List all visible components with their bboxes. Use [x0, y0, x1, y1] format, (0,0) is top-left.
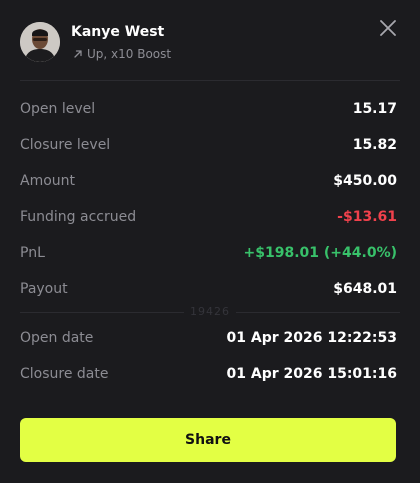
detail-label: Closure level: [20, 137, 111, 153]
detail-value: 15.17: [352, 101, 397, 117]
detail-value: +$198.01 (+44.0%): [243, 245, 397, 261]
detail-row-open-date: Open date 01 Apr 2026 12:22:53: [20, 328, 397, 348]
detail-row-open-level: Open level 15.17: [20, 99, 397, 119]
detail-value: $450.00: [333, 173, 397, 189]
detail-value: $648.01: [333, 281, 397, 297]
position-subtitle-text: Up, x10 Boost: [87, 47, 172, 61]
close-button[interactable]: [376, 16, 400, 40]
share-button-label: Share: [185, 432, 231, 448]
detail-label: Closure date: [20, 366, 109, 382]
detail-value: 01 Apr 2026 12:22:53: [226, 330, 397, 346]
trade-details-panel: Kanye West Up, x10 Boost Open level 15.1…: [0, 0, 420, 483]
detail-value: 01 Apr 2026 15:01:16: [226, 366, 397, 382]
detail-label: Open level: [20, 101, 96, 117]
detail-row-amount: Amount $450.00: [20, 171, 397, 191]
detail-row-funding-accrued: Funding accrued -$13.61: [20, 207, 397, 227]
detail-label: Funding accrued: [20, 209, 137, 225]
market-title: Kanye West: [71, 24, 165, 40]
detail-row-payout: Payout $648.01: [20, 279, 397, 299]
share-button[interactable]: Share: [20, 418, 396, 462]
detail-label: Payout: [20, 281, 68, 297]
detail-label: Amount: [20, 173, 76, 189]
arrow-up-right-icon: [72, 48, 84, 60]
watermark-text: 19426: [184, 305, 236, 318]
close-icon: [380, 20, 396, 36]
detail-value: -$13.61: [337, 209, 397, 225]
header-divider: [20, 80, 400, 81]
trade-header: Kanye West Up, x10 Boost: [20, 20, 400, 62]
detail-row-closure-level: Closure level 15.82: [20, 135, 397, 155]
detail-row-closure-date: Closure date 01 Apr 2026 15:01:16: [20, 364, 397, 384]
detail-label: PnL: [20, 245, 45, 261]
position-subtitle: Up, x10 Boost: [72, 47, 171, 61]
avatar: [20, 22, 60, 62]
detail-label: Open date: [20, 330, 94, 346]
watermark: 19426: [0, 305, 420, 318]
detail-value: 15.82: [352, 137, 397, 153]
detail-row-pnl: PnL +$198.01 (+44.0%): [20, 243, 397, 263]
